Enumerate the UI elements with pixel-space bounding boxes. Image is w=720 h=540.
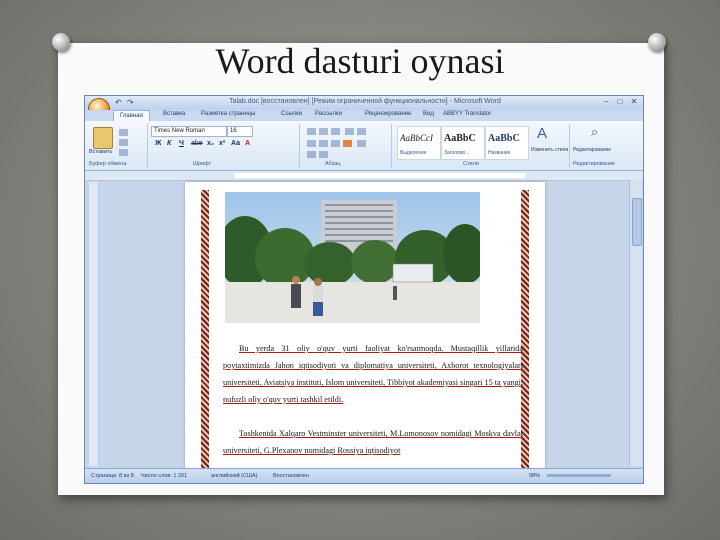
campus-photo-image bbox=[225, 192, 480, 323]
align-center-icon[interactable] bbox=[319, 140, 328, 147]
tab-mailings[interactable]: Рассылки bbox=[315, 111, 342, 117]
minimize-button[interactable]: – bbox=[600, 97, 612, 107]
style-sample: AaBbCcI bbox=[400, 133, 433, 143]
vertical-scrollbar[interactable] bbox=[629, 180, 642, 466]
status-word-count[interactable]: Число слов: 1 201 bbox=[141, 473, 187, 479]
paste-icon[interactable] bbox=[93, 127, 113, 149]
style-title[interactable]: AaBbC Название bbox=[485, 126, 529, 160]
subscript-button[interactable]: x₂ bbox=[207, 140, 214, 147]
group-label-editing: Редактирование bbox=[573, 161, 615, 167]
binoculars-icon[interactable]: ⌕ bbox=[591, 124, 598, 140]
editing-label[interactable]: Редактирование bbox=[573, 147, 611, 153]
window-title: Talab.doc [восстановлен] [Режим ограниче… bbox=[229, 98, 501, 105]
bullets-icon[interactable] bbox=[307, 128, 316, 135]
status-bar: Страница: 8 из 8 Число слов: 1 201 англи… bbox=[85, 468, 643, 483]
style-name: Выделение bbox=[400, 150, 427, 156]
font-name-select[interactable]: Times New Roman bbox=[151, 126, 227, 137]
page-border-left bbox=[201, 190, 209, 472]
change-styles-label[interactable]: Изменить стили bbox=[531, 147, 568, 153]
multilevel-list-icon[interactable] bbox=[331, 128, 340, 135]
paste-button-label[interactable]: Вставить bbox=[89, 149, 112, 155]
ruler-text-area bbox=[235, 173, 525, 178]
group-label-font: Шрифт bbox=[193, 161, 212, 167]
shading-icon[interactable] bbox=[307, 151, 316, 158]
font-color-button[interactable]: A bbox=[245, 140, 250, 147]
close-button[interactable]: ✕ bbox=[628, 97, 640, 107]
slide-title: Word dasturi oynasi bbox=[215, 41, 505, 81]
increase-indent-icon[interactable] bbox=[357, 128, 366, 135]
document-photo[interactable] bbox=[225, 192, 480, 323]
redo-icon[interactable]: ↷ bbox=[127, 98, 134, 107]
status-mode: Восстановлен bbox=[273, 473, 309, 479]
group-divider bbox=[299, 124, 300, 168]
tab-review[interactable]: Рецензирование bbox=[365, 111, 411, 117]
paragraph-1[interactable]: Bu yerda 31 oliy o'quv yurti faoliyat ko… bbox=[223, 340, 523, 408]
paragraph-text: Toshkentda Xalqaro Vestminster universit… bbox=[223, 429, 523, 455]
group-label-clipboard: Буфер обмена bbox=[89, 161, 127, 167]
style-emphasis[interactable]: AaBbCcI Выделение bbox=[397, 126, 441, 160]
justify-icon[interactable] bbox=[343, 140, 352, 147]
group-divider bbox=[569, 124, 570, 168]
italic-button[interactable]: К bbox=[167, 140, 171, 147]
style-heading[interactable]: AaBbC Заголово... bbox=[441, 126, 485, 160]
align-right-icon[interactable] bbox=[331, 140, 340, 147]
paragraph-2[interactable]: Toshkentda Xalqaro Vestminster universit… bbox=[223, 425, 523, 459]
group-divider bbox=[391, 124, 392, 168]
superscript-button[interactable]: x² bbox=[219, 140, 225, 147]
document-page[interactable]: Bu yerda 31 oliy o'quv yurti faoliyat ko… bbox=[185, 182, 545, 472]
vertical-ruler[interactable] bbox=[89, 182, 99, 466]
copy-icon[interactable] bbox=[119, 139, 128, 146]
status-zoom[interactable]: 98% bbox=[529, 473, 540, 479]
borders-icon[interactable] bbox=[319, 151, 328, 158]
bold-button[interactable]: Ж bbox=[155, 140, 161, 147]
tab-home[interactable]: Главная bbox=[113, 110, 150, 121]
style-sample: AaBbC bbox=[488, 133, 520, 144]
group-label-paragraph: Абзац bbox=[325, 161, 341, 167]
tab-view[interactable]: Вид bbox=[423, 111, 434, 117]
paragraph-text: Bu yerda 31 oliy o'quv yurti faoliyat ko… bbox=[223, 344, 523, 404]
tab-insert[interactable]: Вставка bbox=[163, 111, 185, 117]
style-sample: AaBbC bbox=[444, 133, 476, 144]
maximize-button[interactable]: □ bbox=[614, 97, 626, 107]
undo-icon[interactable]: ↶ bbox=[115, 98, 122, 107]
zoom-slider[interactable] bbox=[547, 474, 611, 477]
status-language[interactable]: английский (США) bbox=[211, 473, 258, 479]
numbering-icon[interactable] bbox=[319, 128, 328, 135]
ribbon: Вставить Буфер обмена Times New Roman 16… bbox=[85, 121, 643, 171]
strikethrough-button[interactable]: abe bbox=[191, 140, 203, 147]
tab-abbyy[interactable]: ABBYY Translator bbox=[443, 111, 491, 117]
scrollbar-thumb[interactable] bbox=[632, 198, 642, 246]
ribbon-tabs: Главная Вставка Разметка страницы Ссылки… bbox=[85, 110, 643, 121]
font-size-select[interactable]: 16 bbox=[227, 126, 253, 137]
tab-references[interactable]: Ссылки bbox=[281, 111, 302, 117]
title-bar: ↶ ↷ Talab.doc [восстановлен] [Режим огра… bbox=[85, 96, 643, 110]
cut-icon[interactable] bbox=[119, 129, 128, 136]
underline-button[interactable]: Ч bbox=[179, 140, 184, 147]
style-name: Название bbox=[488, 150, 511, 156]
change-case-button[interactable]: Аа bbox=[231, 140, 240, 147]
align-left-icon[interactable] bbox=[307, 140, 316, 147]
tab-page-layout[interactable]: Разметка страницы bbox=[201, 111, 255, 117]
group-divider bbox=[147, 124, 148, 168]
format-painter-icon[interactable] bbox=[119, 149, 128, 156]
decrease-indent-icon[interactable] bbox=[345, 128, 354, 135]
change-styles-icon[interactable]: A bbox=[537, 125, 547, 142]
status-page[interactable]: Страница: 8 из 8 bbox=[91, 473, 134, 479]
group-label-styles: Стили bbox=[463, 161, 479, 167]
line-spacing-icon[interactable] bbox=[357, 140, 366, 147]
word-window: ↶ ↷ Talab.doc [восстановлен] [Режим огра… bbox=[84, 95, 644, 484]
style-name: Заголово... bbox=[444, 150, 470, 156]
